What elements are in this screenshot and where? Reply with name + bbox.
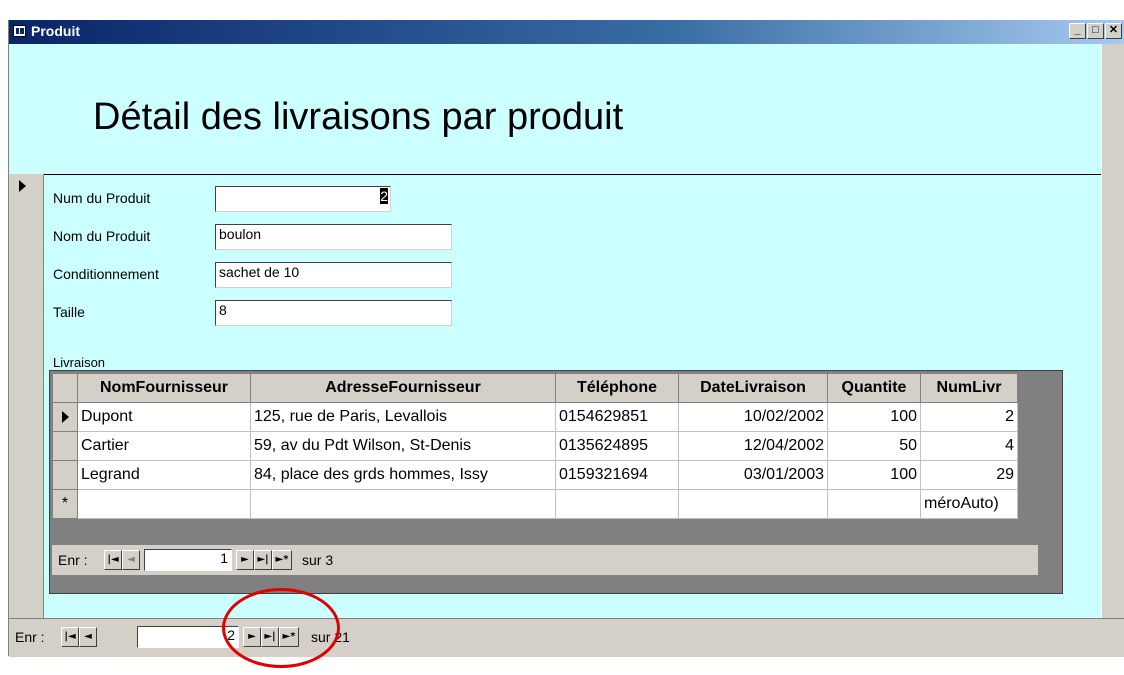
cell-empty[interactable] [827, 489, 921, 519]
next-record-button[interactable]: ► [236, 550, 254, 570]
red-circle-annotation [222, 588, 340, 668]
cell-nomfournisseur[interactable]: Legrand [77, 460, 251, 490]
cell-datelivraison[interactable]: 03/01/2003 [678, 460, 828, 490]
cell-quantite[interactable]: 50 [827, 431, 921, 461]
livraison-label: Livraison [53, 355, 106, 370]
col-adressefournisseur[interactable]: AdresseFournisseur [250, 373, 556, 403]
cell-numlivr[interactable]: 4 [920, 431, 1018, 461]
cell-telephone[interactable]: 0135624895 [555, 431, 679, 461]
prev-record-button[interactable]: ◄ [79, 627, 97, 647]
cell-datelivraison[interactable]: 12/04/2002 [678, 431, 828, 461]
row-selector[interactable] [52, 460, 78, 490]
table-row: Legrand 84, place des grds hommes, Issy … [52, 460, 1018, 490]
main-nav-label: Enr : [15, 629, 45, 645]
taille-field[interactable]: 8 [215, 300, 452, 326]
access-form-window: Produit _ □ ✕ Détail des livraisons par … [8, 20, 1124, 657]
new-record-row: * méroAuto) [52, 489, 1018, 519]
cell-empty[interactable] [250, 489, 556, 519]
first-record-button[interactable]: |◄ [61, 627, 79, 647]
cell-adresse[interactable]: 84, place des grds hommes, Issy [250, 460, 556, 490]
nom-produit-field[interactable]: boulon [215, 224, 452, 250]
num-produit-label: Num du Produit [53, 190, 151, 206]
cell-numlivr[interactable]: 29 [920, 460, 1018, 490]
main-record-navigator: Enr : |◄ ◄ 2 ► ►| ►* sur 21 [9, 618, 1124, 657]
cell-telephone[interactable]: 0154629851 [555, 402, 679, 432]
row-selector[interactable] [52, 402, 78, 432]
cell-telephone[interactable]: 0159321694 [555, 460, 679, 490]
prev-record-button[interactable]: ◄ [122, 550, 140, 570]
cell-quantite[interactable]: 100 [827, 402, 921, 432]
cell-quantite[interactable]: 100 [827, 460, 921, 490]
col-numlivr[interactable]: NumLivr [920, 373, 1018, 403]
header-row: NomFournisseur AdresseFournisseur Téléph… [52, 373, 1018, 403]
cell-numlivr[interactable]: 2 [920, 402, 1018, 432]
cell-adresse[interactable]: 125, rue de Paris, Levallois [250, 402, 556, 432]
close-button[interactable]: ✕ [1105, 23, 1122, 39]
minimize-button[interactable]: _ [1069, 23, 1086, 39]
row-selector[interactable] [52, 431, 78, 461]
vertical-scrollbar[interactable] [1101, 44, 1124, 618]
table-row: Cartier 59, av du Pdt Wilson, St-Denis 0… [52, 431, 1018, 461]
last-record-button[interactable]: ►| [254, 550, 272, 570]
subform-record-navigator: Enr : |◄ ◄ 1 ► ►| ►* sur 3 [52, 545, 1038, 575]
taille-label: Taille [53, 304, 85, 320]
col-datelivraison[interactable]: DateLivraison [678, 373, 828, 403]
cell-autonumber[interactable]: méroAuto) [920, 489, 1018, 519]
page-title: Détail des livraisons par produit [93, 96, 624, 138]
conditionnement-field[interactable]: sachet de 10 [215, 262, 452, 288]
header-divider [9, 174, 1101, 175]
cell-datelivraison[interactable]: 10/02/2002 [678, 402, 828, 432]
conditionnement-label: Conditionnement [53, 266, 159, 282]
cell-nomfournisseur[interactable]: Cartier [77, 431, 251, 461]
window-title: Produit [31, 23, 80, 39]
title-bar[interactable]: Produit _ □ ✕ [9, 20, 1124, 44]
num-produit-field[interactable]: 2 [215, 186, 391, 212]
subform-nav-label: Enr : [58, 552, 88, 568]
col-nomfournisseur[interactable]: NomFournisseur [77, 373, 251, 403]
new-record-button[interactable]: ►* [272, 550, 292, 570]
subform-record-total: sur 3 [302, 552, 334, 568]
col-telephone[interactable]: Téléphone [555, 373, 679, 403]
maximize-button[interactable]: □ [1087, 23, 1104, 39]
table-row: Dupont 125, rue de Paris, Levallois 0154… [52, 402, 1018, 432]
current-row-arrow-icon [61, 410, 69, 423]
cell-nomfournisseur[interactable]: Dupont [77, 402, 251, 432]
cell-empty[interactable] [678, 489, 828, 519]
cell-adresse[interactable]: 59, av du Pdt Wilson, St-Denis [250, 431, 556, 461]
livraison-subform: NomFournisseur AdresseFournisseur Téléph… [49, 370, 1063, 594]
record-selector[interactable] [9, 174, 44, 618]
cell-empty[interactable] [77, 489, 251, 519]
new-record-marker[interactable]: * [52, 489, 78, 519]
cell-empty[interactable] [555, 489, 679, 519]
select-all-cell[interactable] [52, 373, 78, 403]
subform-record-number[interactable]: 1 [144, 549, 232, 571]
col-quantite[interactable]: Quantite [827, 373, 921, 403]
livraison-datasheet: NomFournisseur AdresseFournisseur Téléph… [52, 373, 1018, 519]
form-body: Détail des livraisons par produit Num du… [9, 44, 1101, 618]
first-record-button[interactable]: |◄ [104, 550, 122, 570]
form-icon [13, 25, 26, 37]
nom-produit-label: Nom du Produit [53, 228, 151, 244]
num-produit-value: 2 [380, 188, 388, 204]
current-record-arrow-icon [19, 180, 26, 192]
